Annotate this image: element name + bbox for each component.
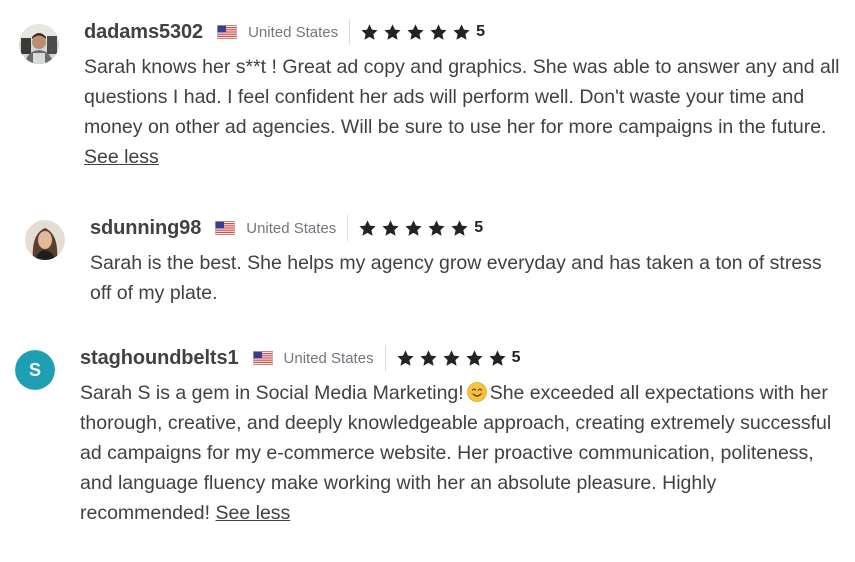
star-icon xyxy=(429,23,448,42)
avatar[interactable] xyxy=(19,24,59,64)
username[interactable]: staghoundbelts1 xyxy=(80,347,239,370)
country-label: United States xyxy=(248,23,339,41)
smiling-face-icon xyxy=(466,382,487,402)
see-less-link[interactable]: See less xyxy=(84,146,159,168)
review-text: Sarah S is a gem in Social Media Marketi… xyxy=(80,378,845,528)
star-icon xyxy=(381,219,400,238)
star-icon xyxy=(442,349,461,368)
star-icon xyxy=(406,23,425,42)
review-text: Sarah is the best. She helps my agency g… xyxy=(90,248,845,308)
username[interactable]: dadams5302 xyxy=(84,21,203,44)
country-label: United States xyxy=(283,349,374,367)
us-flag-icon xyxy=(215,221,235,235)
us-flag-icon xyxy=(253,351,273,365)
see-less-link[interactable]: See less xyxy=(216,502,291,524)
star-rating: 5 xyxy=(358,219,483,238)
star-icon xyxy=(419,349,438,368)
country-label: United States xyxy=(246,219,337,237)
star-rating: 5 xyxy=(360,23,485,42)
avatar-letter: S xyxy=(15,350,55,390)
avatar[interactable]: S xyxy=(15,350,55,390)
star-icon xyxy=(358,219,377,238)
star-icon xyxy=(360,23,379,42)
star-icon xyxy=(450,219,469,238)
divider xyxy=(384,345,386,371)
rating-value: 5 xyxy=(474,219,484,236)
star-icon xyxy=(488,349,507,368)
review-body-part-1: Sarah S is a gem in Social Media Marketi… xyxy=(80,382,464,404)
star-icon xyxy=(465,349,484,368)
us-flag-icon xyxy=(217,25,237,39)
review-body: Sarah knows her s**t ! Great ad copy and… xyxy=(84,56,840,138)
divider xyxy=(347,215,349,241)
rating-value: 5 xyxy=(476,23,486,40)
username[interactable]: sdunning98 xyxy=(90,217,201,240)
star-rating: 5 xyxy=(396,349,521,368)
review-body: Sarah is the best. She helps my agency g… xyxy=(90,252,822,304)
star-icon xyxy=(452,23,471,42)
review-text: Sarah knows her s**t ! Great ad copy and… xyxy=(84,52,844,172)
star-icon xyxy=(383,23,402,42)
review-header: staghoundbelts1 United States 5 xyxy=(80,344,845,372)
star-icon xyxy=(427,219,446,238)
star-icon xyxy=(396,349,415,368)
avatar[interactable] xyxy=(25,220,65,260)
divider xyxy=(349,19,351,45)
star-icon xyxy=(404,219,423,238)
rating-value: 5 xyxy=(511,349,521,366)
review-header: sdunning98 United States 5 xyxy=(90,214,845,242)
review-header: dadams5302 United States 5 xyxy=(84,18,844,46)
